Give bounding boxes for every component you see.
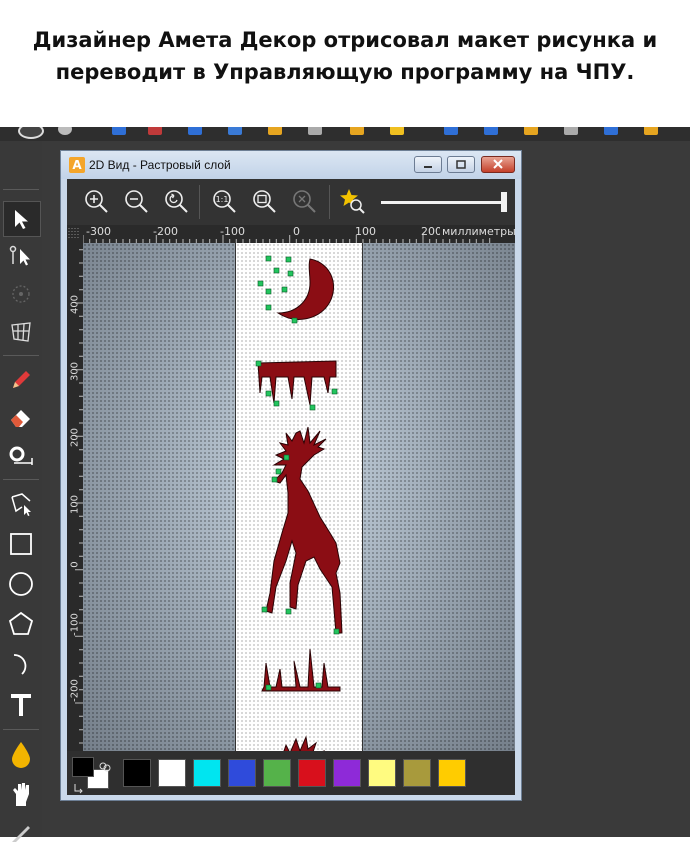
tool-icon-12[interactable] xyxy=(564,127,578,135)
palette-swatch[interactable] xyxy=(263,759,291,787)
divider xyxy=(3,729,39,730)
fill-drop-icon[interactable] xyxy=(3,737,39,771)
rectangle-icon[interactable] xyxy=(3,527,39,561)
text-icon[interactable] xyxy=(3,687,39,721)
h-tick-label: 200 xyxy=(421,225,442,238)
zoom-selection-icon[interactable] xyxy=(290,187,318,215)
top-toolbar-strip xyxy=(0,127,690,141)
palette-swatch[interactable] xyxy=(403,759,431,787)
ruler-units: миллиметры xyxy=(440,225,515,238)
circle-icon[interactable] xyxy=(3,567,39,601)
distort-icon[interactable] xyxy=(3,315,39,349)
caption: Дизайнер Амета Декор отрисовал макет рис… xyxy=(0,0,690,127)
divider xyxy=(3,355,39,356)
toolbar-divider xyxy=(329,185,330,219)
v-tick-label: 300 xyxy=(69,361,81,382)
v-tick-label: -100 xyxy=(69,613,81,636)
minimize-button[interactable] xyxy=(414,156,442,173)
palette-swatch[interactable] xyxy=(438,759,466,787)
tool-icon-3[interactable] xyxy=(188,127,202,135)
caption-line-1: Дизайнер Амета Декор отрисовал макет рис… xyxy=(32,28,658,52)
zoom-fit-icon[interactable] xyxy=(250,187,278,215)
palette-swatch[interactable] xyxy=(123,759,151,787)
zoom-previous-icon[interactable] xyxy=(162,187,190,215)
caption-line-2: переводит в Управляющую программу на ЧПУ… xyxy=(55,60,635,84)
tool-icon-7[interactable] xyxy=(350,127,364,135)
tool-icon-6[interactable] xyxy=(308,127,322,135)
v-tick-label: -200 xyxy=(69,679,81,702)
window-title: 2D Вид - Растровый слой xyxy=(89,158,231,172)
v-tick-label: 100 xyxy=(69,494,81,515)
tool-icon-13[interactable] xyxy=(604,127,618,135)
zoom-1to1-icon[interactable]: 1:1 xyxy=(210,187,238,215)
tool-icon-2[interactable] xyxy=(148,127,162,135)
palette-swatch[interactable] xyxy=(228,759,256,787)
zoom-star-icon[interactable] xyxy=(338,187,366,215)
v-tick-label: 400 xyxy=(69,294,81,315)
right-panel-area xyxy=(522,141,690,837)
tool-icon-9[interactable] xyxy=(444,127,458,135)
close-button[interactable] xyxy=(481,156,515,173)
polyline-icon[interactable] xyxy=(3,487,39,521)
zoom-slider-track[interactable] xyxy=(381,201,505,204)
tool-icon-14[interactable] xyxy=(644,127,658,135)
window-titlebar[interactable]: A 2D Вид - Растровый слой xyxy=(61,151,521,179)
tool-icon-4[interactable] xyxy=(228,127,242,135)
v-tick-label: 200 xyxy=(69,427,81,448)
palette-swatch[interactable] xyxy=(368,759,396,787)
ruler-corner xyxy=(67,225,83,243)
left-toolbar xyxy=(0,141,42,842)
view-toolbar: 1:1 xyxy=(67,179,515,225)
app-icon: A xyxy=(69,157,85,173)
arc-icon[interactable] xyxy=(3,647,39,681)
color-palette xyxy=(67,751,515,795)
swap-colors-icon[interactable] xyxy=(99,757,111,772)
h-tick-label: -300 xyxy=(86,225,111,238)
maximize-button[interactable] xyxy=(447,156,475,173)
view-2d-window: A 2D Вид - Растровый слой 1:1 -300 -200 … xyxy=(60,150,522,801)
h-tick-label: 0 xyxy=(293,225,300,238)
vertical-ruler: 400 300 200 100 0 -100 -200 xyxy=(67,243,83,751)
tool-icon-11[interactable] xyxy=(524,127,538,135)
smudge-icon[interactable] xyxy=(3,777,39,811)
horizontal-ruler: -300 -200 -100 0 100 200 миллиметры xyxy=(83,225,515,243)
view-content: 1:1 -300 -200 -100 0 100 200 миллиметры … xyxy=(67,179,515,795)
foreground-color-swatch[interactable] xyxy=(72,757,94,777)
zoom-1to1-label: 1:1 xyxy=(216,195,229,204)
select-arrow-icon[interactable] xyxy=(3,201,41,237)
zoom-out-icon[interactable] xyxy=(122,187,150,215)
palette-swatch[interactable] xyxy=(158,759,186,787)
palette-swatch[interactable] xyxy=(333,759,361,787)
h-tick-label: -100 xyxy=(220,225,245,238)
polygon-icon[interactable] xyxy=(3,607,39,641)
measure-icon[interactable] xyxy=(3,439,39,473)
v-tick-label: 0 xyxy=(69,561,81,568)
toolbar-divider xyxy=(199,185,200,219)
design-artwork[interactable] xyxy=(236,243,362,751)
knife-icon[interactable] xyxy=(3,817,39,851)
search-icon[interactable] xyxy=(18,127,44,139)
tool-icon-5[interactable] xyxy=(268,127,282,135)
drawing-canvas[interactable] xyxy=(83,243,515,751)
palette-swatch[interactable] xyxy=(298,759,326,787)
tool-icon-8[interactable] xyxy=(390,127,404,135)
zoom-slider-thumb[interactable] xyxy=(501,192,507,212)
node-edit-icon[interactable] xyxy=(3,239,39,273)
material-sheet[interactable] xyxy=(235,243,363,751)
palette-swatch[interactable] xyxy=(193,759,221,787)
h-tick-label: -200 xyxy=(153,225,178,238)
pen-icon[interactable] xyxy=(3,363,39,397)
h-tick-label: 100 xyxy=(355,225,376,238)
tool-icon-10[interactable] xyxy=(484,127,498,135)
link-icon[interactable] xyxy=(58,127,72,135)
divider xyxy=(3,189,39,190)
reset-colors-icon[interactable] xyxy=(73,779,85,794)
transform-icon[interactable] xyxy=(3,277,39,311)
zoom-in-icon[interactable] xyxy=(82,187,110,215)
divider xyxy=(3,479,39,480)
eraser-icon[interactable] xyxy=(3,401,39,435)
tool-icon-1[interactable] xyxy=(112,127,126,135)
